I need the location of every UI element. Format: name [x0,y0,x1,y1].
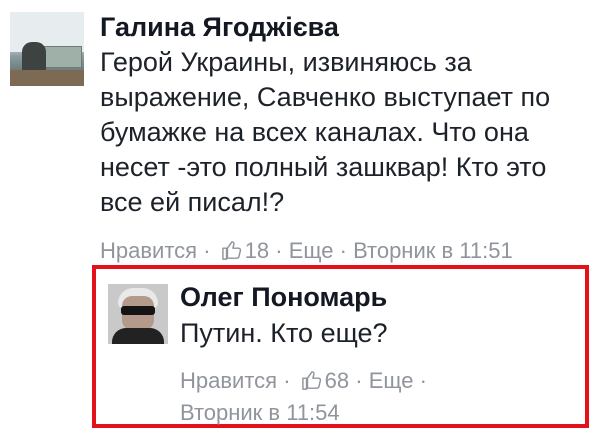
comment-author[interactable]: Олег Пономарь [180,282,387,313]
comment-text: Путин. Кто еще? [180,318,388,348]
comment-meta: Нравится · 18 · Еще · Вторник в 11:51 [100,238,513,263]
like-link[interactable]: Нравится [100,238,197,263]
more-link[interactable]: Еще [369,368,414,393]
more-link[interactable]: Еще [289,238,334,263]
timestamp[interactable]: Вторник в 11:54 [180,400,340,425]
like-count[interactable]: 68 [325,368,349,393]
comment-author[interactable]: Галина Ягоджієва [100,12,339,43]
timestamp[interactable]: Вторник в 11:51 [353,238,513,263]
thumbs-up-icon [301,371,321,390]
like-link[interactable]: Нравится [180,368,277,393]
comment-meta: Нравится · 68 · Еще · Вторник в 11:54 [180,368,427,425]
comment-oleg: Олег Пономарь Путин. Кто еще? Нравится ·… [96,270,586,425]
avatar[interactable] [108,284,168,344]
comment-galina: Галина Ягоджієва Герой Украины, извиняюс… [0,0,604,265]
avatar[interactable] [10,12,84,86]
comment-text: Герой Украины, извиняюсь за выражение, С… [100,47,551,217]
thumbs-up-icon [221,241,241,260]
like-count[interactable]: 18 [245,238,269,263]
